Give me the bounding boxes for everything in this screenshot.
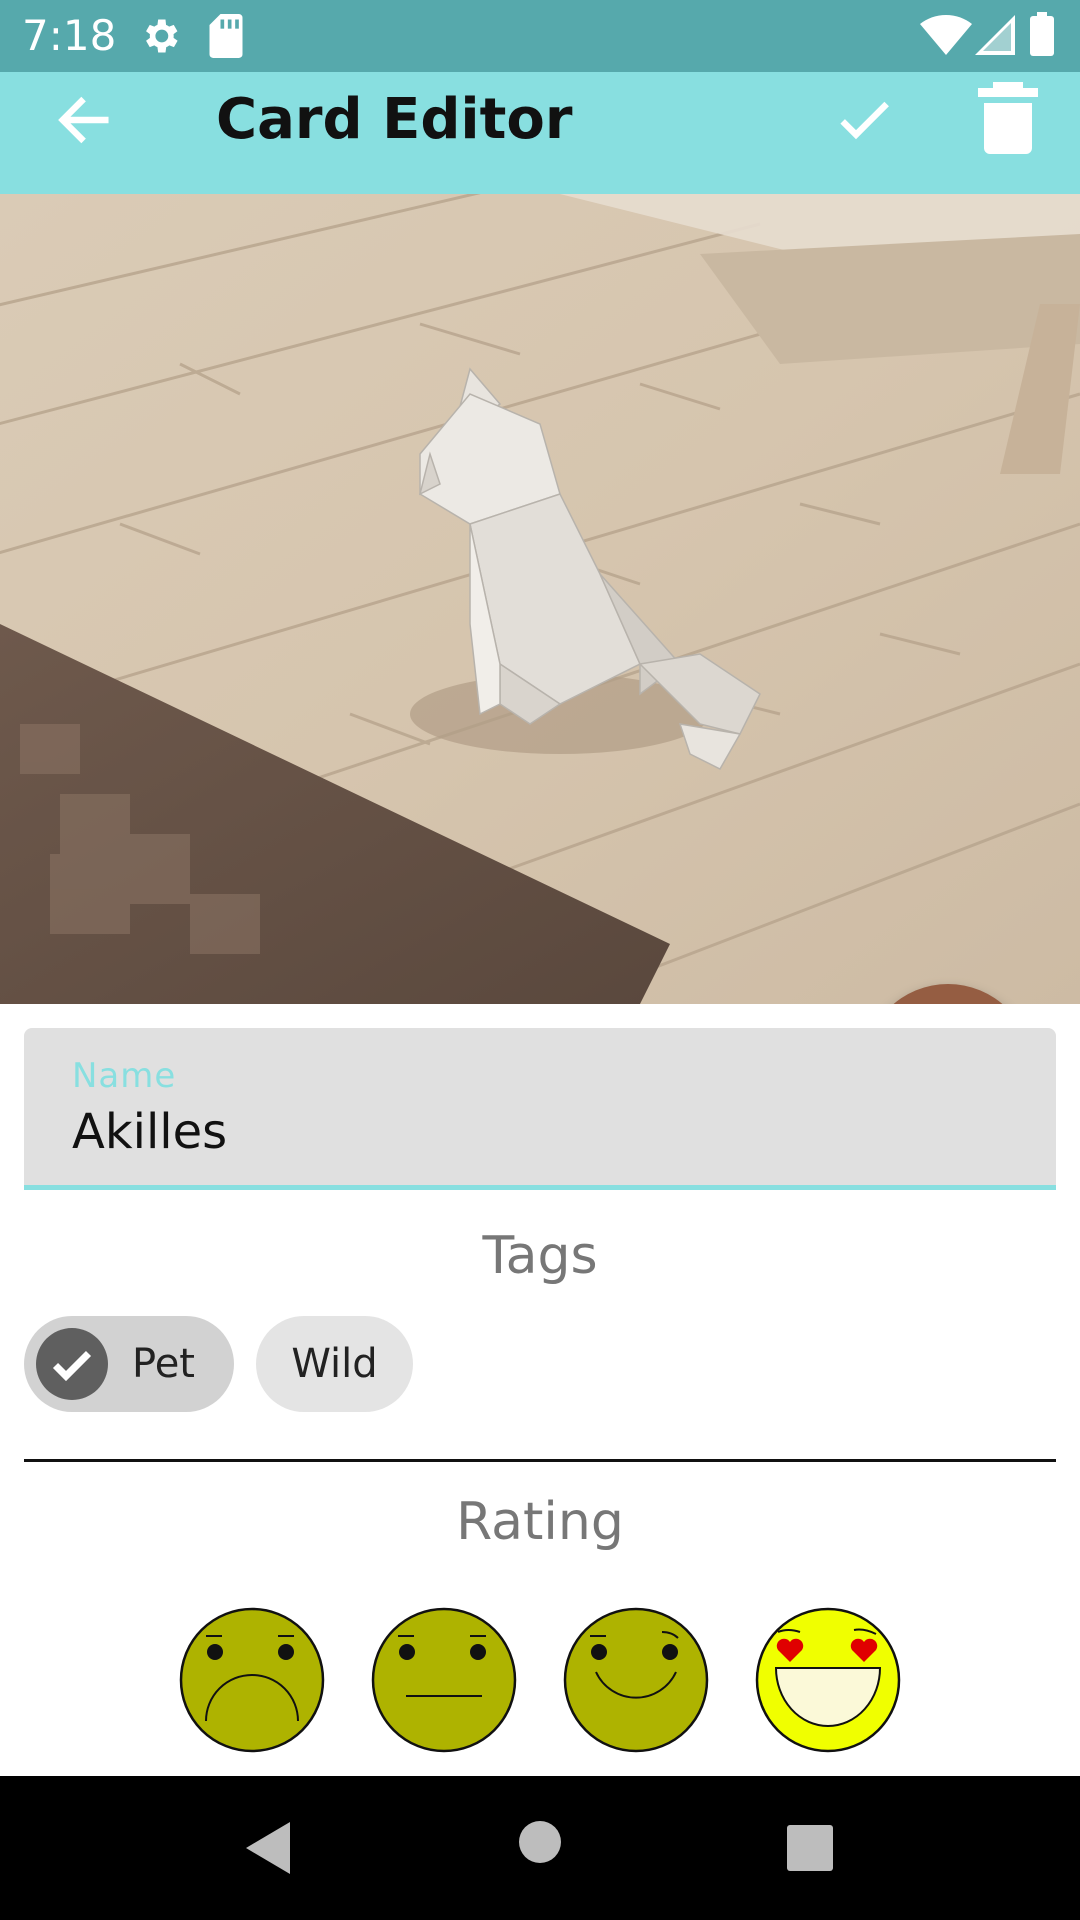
back-arrow-icon[interactable]	[52, 88, 116, 152]
tag-chip-label: Pet	[132, 1341, 195, 1387]
card-photo	[0, 194, 1080, 1004]
gear-icon	[146, 19, 178, 53]
status-time: 7:18	[22, 11, 117, 60]
tag-chip-wild[interactable]: Wild	[256, 1316, 413, 1412]
sad-face-icon[interactable]	[178, 1606, 326, 1754]
app-bar: Card Editor	[0, 72, 1080, 194]
name-field[interactable]: Name Akilles	[24, 1028, 1056, 1190]
cell-signal-icon	[975, 15, 1015, 55]
neutral-face-icon[interactable]	[370, 1606, 518, 1754]
battery-icon	[1030, 12, 1054, 56]
name-field-label: Name	[72, 1056, 177, 1096]
nav-recents-icon[interactable]	[786, 1824, 834, 1872]
page-title: Card Editor	[216, 87, 573, 152]
wifi-icon	[920, 15, 972, 55]
nav-back-icon[interactable]	[242, 1820, 292, 1876]
status-bar: 7:18	[0, 0, 1080, 72]
smile-face-icon[interactable]	[562, 1606, 710, 1754]
checkmark-icon[interactable]	[832, 88, 896, 152]
tags-heading: Tags	[482, 1226, 598, 1286]
rating-heading: Rating	[456, 1492, 624, 1552]
name-field-value[interactable]: Akilles	[72, 1104, 227, 1160]
heart-eyes-face-icon[interactable]	[754, 1606, 902, 1754]
sd-card-icon	[209, 14, 243, 58]
tag-chip-pet[interactable]: Pet	[24, 1316, 234, 1412]
navigation-bar	[0, 1776, 1080, 1920]
checkmark-icon	[36, 1328, 108, 1400]
trash-icon[interactable]	[978, 82, 1038, 154]
nav-home-icon[interactable]	[518, 1820, 562, 1864]
divider	[24, 1459, 1056, 1462]
tag-chip-label: Wild	[291, 1341, 378, 1387]
cat-sculpture-photo	[0, 194, 1080, 1004]
